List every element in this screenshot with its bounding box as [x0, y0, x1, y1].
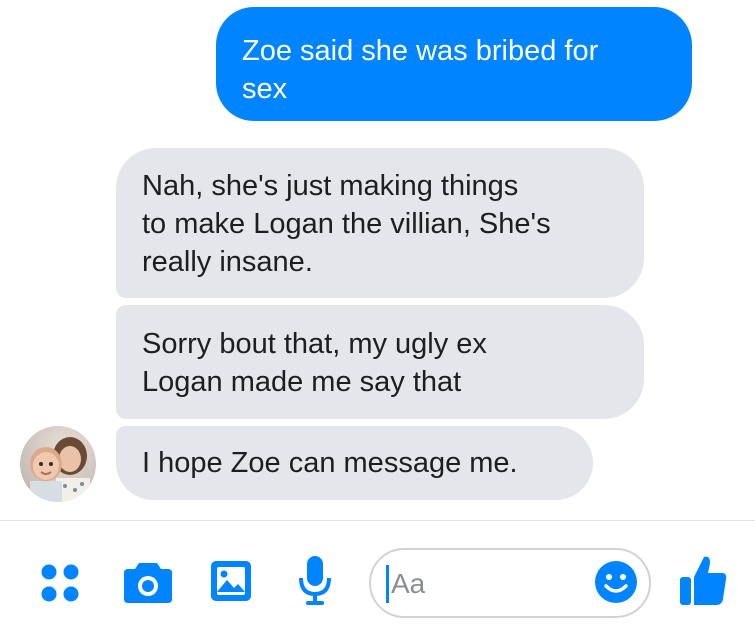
received-message-bubble[interactable]: Sorry bout that, my ugly ex Logan made m…: [116, 305, 644, 419]
microphone-icon[interactable]: [298, 554, 332, 613]
thumbs-up-icon[interactable]: [678, 553, 728, 612]
message-line: I hope Zoe can message me.: [142, 447, 518, 479]
message-line: to make Logan the villian, She's: [142, 208, 551, 240]
contact-avatar[interactable]: [20, 426, 96, 502]
text-cursor: [386, 565, 389, 603]
more-icon[interactable]: [40, 563, 82, 610]
camera-icon[interactable]: [122, 559, 174, 610]
message-input-placeholder: Aa: [391, 568, 426, 599]
message-line: Zoe said she was bribed for: [242, 35, 599, 67]
message-composer: Aa: [0, 521, 755, 639]
message-line: Logan made me say that: [142, 366, 462, 398]
message-thread: Zoe said she was bribed for sex Nah, she…: [0, 0, 755, 520]
received-message-bubble[interactable]: Nah, she's just making things to make Lo…: [116, 148, 644, 298]
gallery-icon[interactable]: [209, 559, 253, 608]
emoji-icon[interactable]: [594, 560, 638, 609]
message-line: Nah, she's just making things: [142, 170, 519, 202]
message-line: sex: [242, 73, 288, 105]
message-line: Sorry bout that, my ugly ex: [142, 328, 487, 360]
received-message-bubble[interactable]: I hope Zoe can message me.: [116, 426, 593, 500]
sent-message-bubble[interactable]: Zoe said she was bribed for sex: [216, 7, 692, 121]
message-line: really insane.: [142, 246, 313, 278]
